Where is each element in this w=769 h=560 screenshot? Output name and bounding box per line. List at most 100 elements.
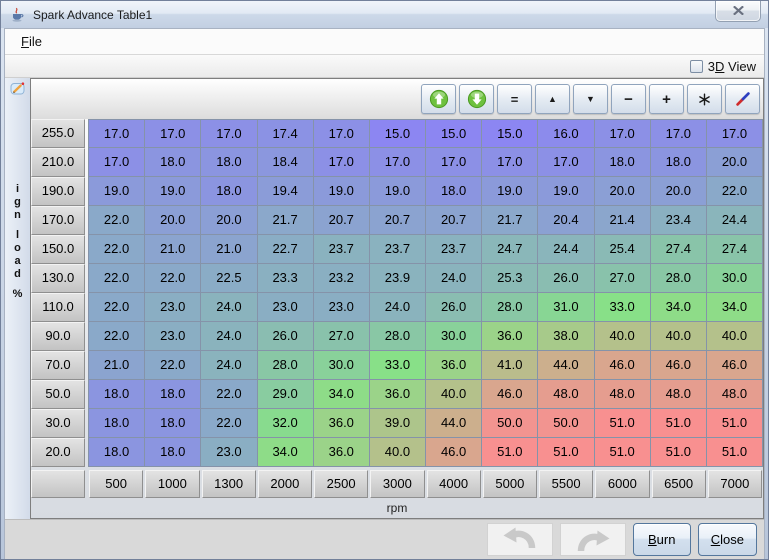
table-cell[interactable]: 16.0 [538,119,594,148]
table-cell[interactable]: 51.0 [707,438,763,467]
table-cell[interactable]: 18.0 [145,148,201,177]
table-cell[interactable]: 18.0 [88,409,145,438]
x-axis-tick[interactable]: 500 [89,470,143,498]
3d-view-toggle[interactable]: 3D View [690,59,756,74]
table-cell[interactable]: 15.0 [370,119,426,148]
table-cell[interactable]: 20.0 [595,177,651,206]
table-cell[interactable]: 24.4 [538,235,594,264]
menu-file[interactable]: File [16,32,47,51]
table-cell[interactable]: 44.0 [538,351,594,380]
y-axis-tick[interactable]: 170.0 [31,206,85,235]
table-cell[interactable]: 29.0 [258,380,314,409]
table-cell[interactable]: 19.0 [314,177,370,206]
table-cell[interactable]: 18.0 [145,380,201,409]
table-cell[interactable]: 26.0 [426,293,482,322]
table-cell[interactable]: 27.4 [651,235,707,264]
table-cell[interactable]: 18.0 [88,380,145,409]
table-cell[interactable]: 24.0 [201,351,257,380]
table-cell[interactable]: 18.0 [201,148,257,177]
table-cell[interactable]: 23.7 [426,235,482,264]
table-cell[interactable]: 20.0 [651,177,707,206]
table-cell[interactable]: 46.0 [651,351,707,380]
table-cell[interactable]: 40.0 [651,322,707,351]
table-cell[interactable]: 38.0 [538,322,594,351]
table-cell[interactable]: 23.2 [314,264,370,293]
table-cell[interactable]: 36.0 [314,438,370,467]
toolbar-increase-button[interactable]: ▲ [535,84,570,114]
x-axis-tick[interactable]: 1300 [202,470,256,498]
table-cell[interactable]: 22.0 [88,293,145,322]
table-cell[interactable]: 20.0 [201,206,257,235]
table-cell[interactable]: 17.0 [88,119,145,148]
table-cell[interactable]: 22.7 [258,235,314,264]
table-cell[interactable]: 30.0 [426,322,482,351]
x-axis-tick[interactable]: 5500 [539,470,593,498]
table-cell[interactable]: 44.0 [426,409,482,438]
table-cell[interactable]: 22.0 [88,322,145,351]
table-cell[interactable]: 23.3 [258,264,314,293]
table-cell[interactable]: 28.0 [370,322,426,351]
table-cell[interactable]: 50.0 [482,409,538,438]
table-cell[interactable]: 28.0 [258,351,314,380]
toolbar-shift-down-button[interactable] [459,84,494,114]
toolbar-set-equal-button[interactable]: = [497,84,532,114]
table-cell[interactable]: 31.0 [538,293,594,322]
table-cell[interactable]: 17.0 [145,119,201,148]
y-axis-tick[interactable]: 20.0 [31,438,85,467]
table-cell[interactable]: 17.0 [314,119,370,148]
table-cell[interactable]: 17.0 [482,148,538,177]
table-cell[interactable]: 39.0 [370,409,426,438]
y-axis-tick[interactable]: 130.0 [31,264,85,293]
table-cell[interactable]: 18.0 [651,148,707,177]
table-cell[interactable]: 40.0 [595,322,651,351]
table-cell[interactable]: 23.0 [258,293,314,322]
table-cell[interactable]: 17.0 [651,119,707,148]
x-axis-tick[interactable]: 4000 [427,470,481,498]
table-cell[interactable]: 21.0 [201,235,257,264]
table-cell[interactable]: 20.7 [370,206,426,235]
table-cell[interactable]: 18.4 [258,148,314,177]
table-cell[interactable]: 48.0 [538,380,594,409]
table-cell[interactable]: 24.0 [201,322,257,351]
toolbar-subtract-button[interactable]: − [611,84,646,114]
table-cell[interactable]: 20.0 [145,206,201,235]
table-cell[interactable]: 27.4 [707,235,763,264]
table-cell[interactable]: 51.0 [651,438,707,467]
table-cell[interactable]: 15.0 [482,119,538,148]
table-cell[interactable]: 22.0 [201,409,257,438]
table-cell[interactable]: 48.0 [707,380,763,409]
toolbar-multiply-button[interactable] [687,84,722,114]
y-axis-tick[interactable]: 30.0 [31,409,85,438]
table-cell[interactable]: 33.0 [595,293,651,322]
undo-button[interactable] [487,523,553,556]
table-cell[interactable]: 22.0 [88,264,145,293]
table-cell[interactable]: 21.0 [145,235,201,264]
x-axis-tick[interactable]: 6500 [652,470,706,498]
table-cell[interactable]: 19.0 [145,177,201,206]
y-axis-tick[interactable]: 70.0 [31,351,85,380]
table-cell[interactable]: 17.0 [201,119,257,148]
y-axis-tick[interactable]: 90.0 [31,322,85,351]
table-cell[interactable]: 41.0 [482,351,538,380]
x-axis-tick[interactable]: 7000 [708,470,762,498]
table-cell[interactable]: 23.0 [314,293,370,322]
table-cell[interactable]: 21.7 [482,206,538,235]
table-cell[interactable]: 30.0 [707,264,763,293]
table-cell[interactable]: 34.0 [707,293,763,322]
table-cell[interactable]: 18.0 [426,177,482,206]
table-cell[interactable]: 17.0 [426,148,482,177]
table-cell[interactable]: 18.0 [201,177,257,206]
table-cell[interactable]: 34.0 [651,293,707,322]
x-axis-tick[interactable]: 3000 [370,470,424,498]
table-cell[interactable]: 28.0 [651,264,707,293]
table-cell[interactable]: 17.0 [314,148,370,177]
table-cell[interactable]: 46.0 [482,380,538,409]
toolbar-shift-up-button[interactable] [421,84,456,114]
table-cell[interactable]: 22.0 [145,264,201,293]
table-cell[interactable]: 19.0 [370,177,426,206]
toolbar-add-button[interactable]: + [649,84,684,114]
table-cell[interactable]: 28.0 [482,293,538,322]
table-cell[interactable]: 24.0 [201,293,257,322]
table-cell[interactable]: 18.0 [145,438,201,467]
table-cell[interactable]: 51.0 [595,438,651,467]
